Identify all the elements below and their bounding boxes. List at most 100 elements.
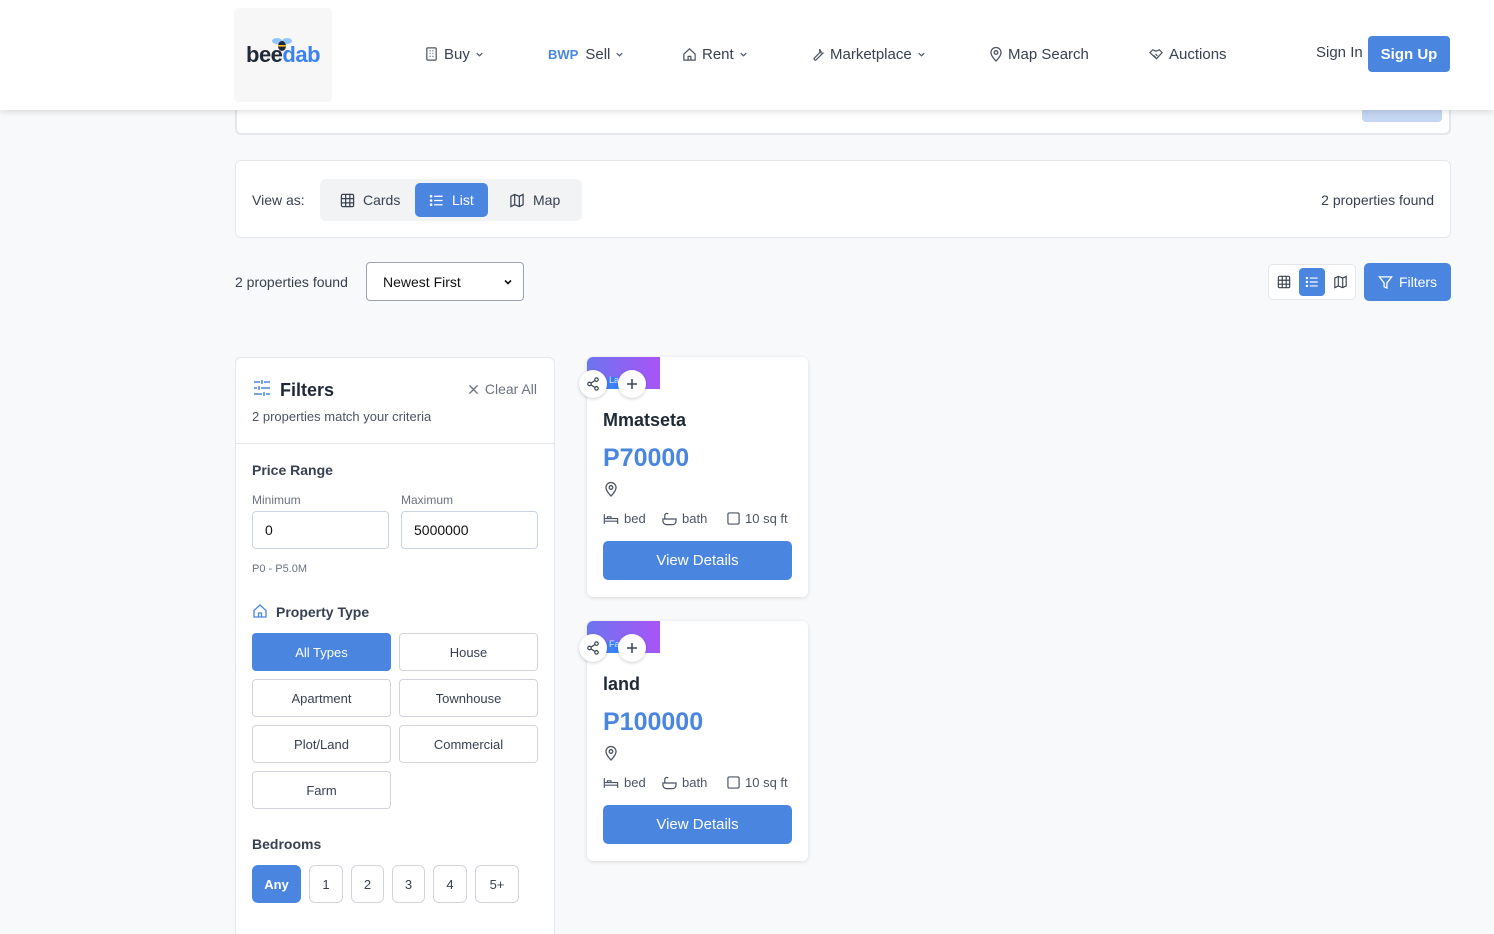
property-type-title: Property Type — [276, 604, 370, 620]
handshake-icon — [1149, 48, 1163, 60]
map-icon — [510, 192, 524, 208]
list-icon — [1305, 276, 1318, 288]
chevron-down-icon — [476, 52, 483, 57]
clear-all-button[interactable]: Clear All — [468, 381, 537, 397]
results-count: 2 properties found — [1321, 192, 1434, 208]
bath-label: bath — [682, 511, 708, 526]
bed-label: bed — [624, 775, 646, 790]
view-details-button[interactable]: View Details — [603, 541, 792, 580]
bedrooms-4[interactable]: 4 — [433, 865, 467, 903]
type-house[interactable]: House — [399, 633, 538, 671]
type-apartment[interactable]: Apartment — [252, 679, 391, 717]
sign-in-link[interactable]: Sign In — [1316, 44, 1363, 61]
nav-rent[interactable]: Rent — [682, 44, 748, 64]
view-as-label: View as: — [252, 192, 305, 208]
filters-button[interactable]: Filters — [1364, 263, 1451, 301]
property-title[interactable]: land — [603, 674, 640, 695]
nav-auctions-label: Auctions — [1169, 45, 1227, 63]
nav-buy[interactable]: Buy — [424, 44, 484, 64]
nav-buy-label: Buy — [444, 45, 470, 63]
nav-auctions[interactable]: Auctions — [1148, 44, 1227, 64]
plus-icon — [627, 643, 637, 653]
view-list-label: List — [452, 192, 474, 208]
bedrooms-any[interactable]: Any — [252, 865, 301, 903]
chevron-down-icon — [504, 279, 512, 285]
property-price: P100000 — [603, 708, 704, 736]
share-button[interactable] — [579, 634, 607, 662]
list-icon — [429, 194, 443, 206]
type-commercial[interactable]: Commercial — [399, 725, 538, 763]
min-price-input[interactable]: 0 — [252, 511, 389, 549]
chevron-down-icon — [740, 52, 747, 57]
grid-icon — [1277, 275, 1291, 289]
max-price-label: Maximum — [401, 493, 454, 507]
bed-icon — [603, 513, 619, 524]
price-range-summary: P0 - P5.0M — [252, 563, 308, 575]
map-icon — [1333, 275, 1347, 289]
bedrooms-5-plus[interactable]: 5+ — [475, 865, 519, 903]
layout-map-button[interactable] — [1327, 268, 1353, 296]
chevron-down-icon — [918, 52, 925, 57]
type-farm[interactable]: Farm — [252, 771, 391, 809]
property-card: Fa land P100000 bed bath 10 sq ft View D… — [579, 621, 808, 861]
type-all-types[interactable]: All Types — [252, 633, 391, 671]
view-list-button[interactable]: List — [415, 183, 488, 217]
min-price-label: Minimum — [252, 493, 301, 507]
filter-panel-title: Filters — [280, 380, 335, 400]
view-mode-bar: View as: Cards List Map 2 properties fou… — [235, 160, 1451, 238]
bath-feature: bath — [662, 775, 707, 790]
filter-panel-header: Filters Clear All 2 properties match you… — [236, 358, 554, 444]
area-label: 10 sq ft — [745, 511, 788, 526]
area-label: 10 sq ft — [745, 775, 788, 790]
currency-badge: BWP — [548, 46, 579, 62]
filter-match-count: 2 properties match your criteria — [252, 409, 432, 424]
map-pin-icon — [605, 481, 617, 497]
bath-label: bath — [682, 775, 708, 790]
sliders-icon — [254, 380, 270, 396]
sort-select[interactable]: Newest First — [366, 262, 524, 301]
view-cards-label: Cards — [363, 192, 401, 208]
nav-marketplace[interactable]: Marketplace — [811, 44, 926, 64]
results-count-secondary: 2 properties found — [235, 274, 348, 290]
layout-grid-button[interactable] — [1271, 268, 1297, 296]
chevron-down-icon — [616, 52, 623, 57]
grid-icon — [340, 193, 355, 207]
nav-rent-label: Rent — [702, 45, 734, 63]
bedrooms-3[interactable]: 3 — [392, 865, 425, 903]
property-title[interactable]: Mmatseta — [603, 410, 686, 431]
add-to-compare-button[interactable] — [618, 634, 646, 662]
type-plot-land[interactable]: Plot/Land — [252, 725, 391, 763]
nav-sell[interactable]: BWP Sell — [548, 44, 624, 64]
bed-feature: bed — [603, 775, 646, 790]
add-to-compare-button[interactable] — [618, 370, 646, 398]
property-price: P70000 — [603, 444, 690, 472]
bath-icon — [662, 776, 677, 789]
home-icon — [683, 47, 696, 61]
view-cards-button[interactable]: Cards — [326, 183, 414, 217]
bed-icon — [603, 777, 619, 788]
nav-map-search[interactable]: Map Search — [989, 44, 1089, 64]
bedrooms-1[interactable]: 1 — [309, 865, 343, 903]
bedrooms-2[interactable]: 2 — [351, 865, 384, 903]
building-icon — [426, 47, 437, 61]
nav-marketplace-label: Marketplace — [830, 45, 912, 63]
view-mode-switcher: Cards List Map — [320, 179, 582, 221]
bath-icon — [662, 512, 677, 525]
beedab-logo[interactable]: beedab — [234, 8, 332, 102]
share-button[interactable] — [579, 370, 607, 398]
area-feature: 10 sq ft — [727, 511, 788, 526]
area-feature: 10 sq ft — [727, 775, 788, 790]
sign-up-button[interactable]: Sign Up — [1368, 36, 1450, 72]
square-icon — [727, 776, 740, 789]
type-townhouse[interactable]: Townhouse — [399, 679, 538, 717]
sort-select-value: Newest First — [383, 273, 461, 290]
view-map-button[interactable]: Map — [495, 183, 574, 217]
bed-label: bed — [624, 511, 646, 526]
view-details-button[interactable]: View Details — [603, 805, 792, 844]
max-price-input[interactable]: 5000000 — [401, 511, 538, 549]
layout-list-button[interactable] — [1299, 268, 1325, 296]
bath-feature: bath — [662, 511, 707, 526]
property-card: La Mmatseta P70000 bed bath 10 sq ft Vie… — [579, 357, 808, 597]
share-icon — [587, 377, 599, 391]
bedrooms-title: Bedrooms — [252, 836, 322, 852]
